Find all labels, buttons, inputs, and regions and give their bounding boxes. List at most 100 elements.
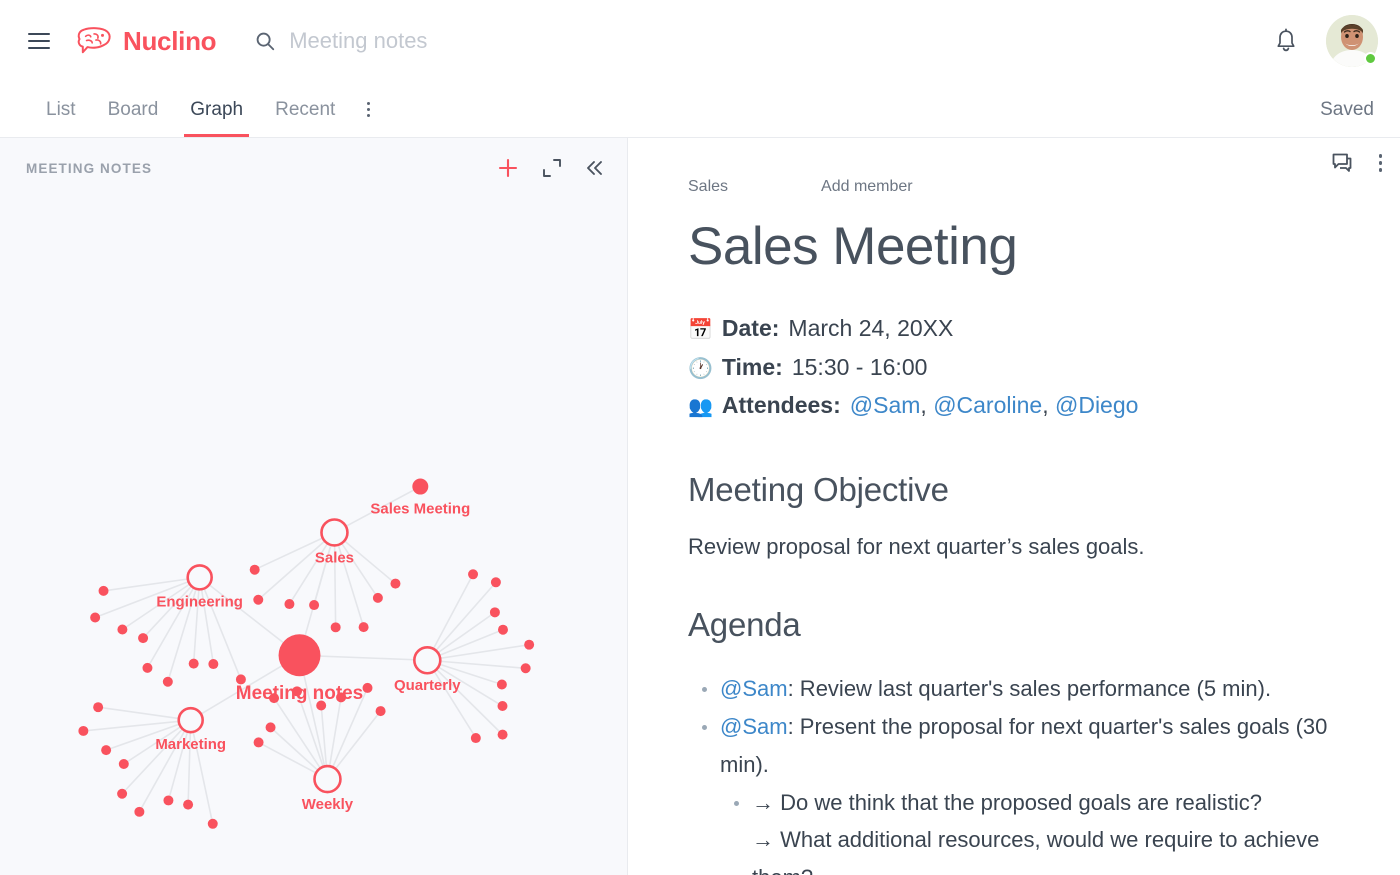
clock-icon: 🕐 xyxy=(688,357,713,380)
app-logo[interactable]: Nuclino xyxy=(76,26,217,57)
graph-node-label: Sales Meeting xyxy=(370,500,470,517)
graph-leaf-node[interactable] xyxy=(490,577,501,588)
graph-node-meeting-notes[interactable] xyxy=(278,634,321,677)
graph-leaf-node[interactable] xyxy=(372,592,383,603)
graph-node-label: Quarterly xyxy=(394,677,461,694)
separator: , xyxy=(920,392,934,419)
document-panel: Sales Add member Sales Meeting 📅 Date: M… xyxy=(628,138,1400,875)
graph-leaf-node[interactable] xyxy=(207,818,218,829)
graph-leaf-node[interactable] xyxy=(497,729,508,740)
calendar-icon: 📅 xyxy=(688,319,713,342)
graph-leaf-node[interactable] xyxy=(163,795,174,806)
graph-leaf-node[interactable] xyxy=(183,799,194,810)
agenda-item-text: : Present the proposal for next quarter'… xyxy=(720,713,1328,777)
graph-leaf-node[interactable] xyxy=(117,788,128,799)
kebab-menu-icon[interactable] xyxy=(351,82,386,137)
section-heading-objective: Meeting Objective xyxy=(688,471,949,509)
graph-leaf-node[interactable] xyxy=(375,706,386,717)
mention-link[interactable]: @Sam xyxy=(850,392,921,418)
graph-leaf-node[interactable] xyxy=(101,745,112,756)
tab-recent[interactable]: Recent xyxy=(259,82,351,137)
agenda-item[interactable]: @Sam: Present the proposal for next quar… xyxy=(688,708,1370,784)
mention-link[interactable]: @Caroline xyxy=(933,392,1042,418)
top-bar-actions xyxy=(1274,15,1378,67)
tab-list-label: List xyxy=(46,98,76,120)
graph-leaf-node[interactable] xyxy=(309,600,320,611)
graph-sidebar-actions xyxy=(497,157,605,179)
status-badge xyxy=(1364,52,1377,65)
hamburger-menu-icon[interactable] xyxy=(28,33,50,49)
meta-time: 🕐 Time: 15:30 - 16:00 xyxy=(688,348,1370,387)
graph-leaf-node[interactable] xyxy=(118,758,129,769)
graph-leaf-node[interactable] xyxy=(208,659,219,670)
graph-leaf-node[interactable] xyxy=(162,676,173,687)
graph-leaf-node[interactable] xyxy=(78,725,89,736)
graph-leaf-node[interactable] xyxy=(470,733,481,744)
graph-leaf-node[interactable] xyxy=(188,658,199,669)
graph-leaf-node[interactable] xyxy=(249,564,260,575)
agenda-item[interactable]: → What additional resources, would we re… xyxy=(688,821,1370,875)
add-member-button[interactable]: Add member xyxy=(821,178,913,196)
graph-leaf-node[interactable] xyxy=(98,585,109,596)
search-icon xyxy=(256,32,275,51)
mention-link[interactable]: @Sam xyxy=(720,714,788,739)
agenda-item-text: → Do we think that the proposed goals ar… xyxy=(752,789,1262,815)
add-item-button[interactable] xyxy=(497,157,519,179)
avatar[interactable] xyxy=(1326,15,1378,67)
graph-leaf-node[interactable] xyxy=(93,702,104,713)
mention-link[interactable]: @Diego xyxy=(1055,392,1138,418)
graph-leaf-node[interactable] xyxy=(117,624,128,635)
graph-leaf-node[interactable] xyxy=(284,599,295,610)
save-status[interactable]: Saved xyxy=(1320,82,1374,137)
graph-node-sales-meeting[interactable] xyxy=(412,478,429,495)
graph-leaf-node[interactable] xyxy=(524,639,535,650)
graph-leaf-node[interactable] xyxy=(362,682,373,693)
graph-leaf-node[interactable] xyxy=(468,569,479,580)
agenda-item-text: → What additional resources, would we re… xyxy=(752,827,1320,875)
mention-link[interactable]: @Sam xyxy=(720,676,788,701)
graph-node-marketing[interactable] xyxy=(177,706,204,734)
graph-leaf-node[interactable] xyxy=(253,594,264,605)
agenda-item[interactable]: @Sam: Review last quarter's sales perfor… xyxy=(688,670,1370,708)
graph-leaf-node[interactable] xyxy=(134,806,145,817)
graph-leaf-node[interactable] xyxy=(265,722,276,733)
search-input[interactable]: Meeting notes xyxy=(254,28,1274,54)
collapse-sidebar-button[interactable] xyxy=(585,158,605,178)
comment-icon xyxy=(1332,153,1351,172)
graph-leaf-node[interactable] xyxy=(497,700,508,711)
graph-edge xyxy=(426,659,504,736)
comments-button[interactable] xyxy=(1331,152,1353,174)
graph-node-quarterly[interactable] xyxy=(413,645,442,675)
bell-icon[interactable] xyxy=(1274,28,1298,54)
graph-node-sales[interactable] xyxy=(320,518,349,547)
page-title[interactable]: Sales Meeting xyxy=(688,218,1370,275)
graph-node-engineering[interactable] xyxy=(186,564,213,591)
agenda-item[interactable]: → Do we think that the proposed goals ar… xyxy=(688,784,1370,822)
brain-speech-bubble-icon xyxy=(77,27,111,54)
graph-leaf-node[interactable] xyxy=(497,624,508,635)
graph-leaf-node[interactable] xyxy=(142,662,153,673)
graph-leaf-node[interactable] xyxy=(520,663,531,674)
tab-board[interactable]: Board xyxy=(92,82,175,137)
graph-leaf-node[interactable] xyxy=(358,622,369,633)
graph-leaf-node[interactable] xyxy=(138,633,149,644)
knowledge-graph[interactable]: Sales Meeting Engineering Sales Marketing Qu… xyxy=(0,198,627,874)
graph-leaf-node[interactable] xyxy=(253,737,264,748)
tab-graph[interactable]: Graph xyxy=(174,82,259,137)
search-placeholder: Meeting notes xyxy=(289,28,428,53)
graph-sidebar-header: MEETING NOTES xyxy=(0,138,627,198)
graph-leaf-node[interactable] xyxy=(496,679,507,690)
meta-attendees-label: Attendees: xyxy=(721,392,841,419)
graph-leaf-node[interactable] xyxy=(90,612,101,623)
objective-paragraph[interactable]: Review proposal for next quarter’s sales… xyxy=(688,534,1370,560)
tab-list[interactable]: List xyxy=(30,82,92,137)
expand-icon xyxy=(543,159,561,177)
document-menu-button[interactable] xyxy=(1378,154,1382,172)
graph-leaf-node[interactable] xyxy=(390,578,401,589)
breadcrumb[interactable]: Sales xyxy=(688,178,728,196)
graph-leaf-node[interactable] xyxy=(489,607,500,618)
expand-button[interactable] xyxy=(542,158,562,178)
graph-node-weekly[interactable] xyxy=(313,764,342,794)
graph-leaf-node[interactable] xyxy=(330,622,341,633)
graph-edge xyxy=(103,576,200,592)
